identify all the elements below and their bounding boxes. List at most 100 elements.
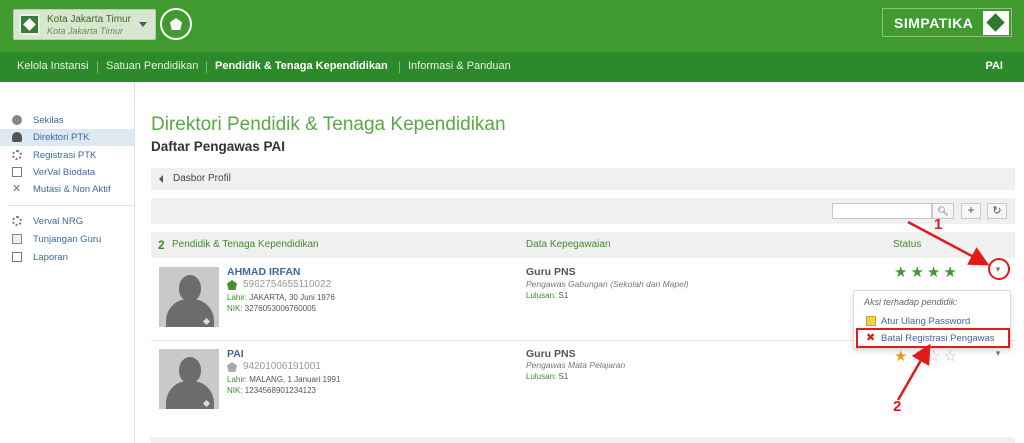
nik-info: NIK: 1234568901234123 [227,386,316,395]
star-empty-icon: ☆ [926,348,944,365]
nav-divider [97,61,98,73]
star-filled-icon: ★ [894,264,911,281]
checkbox-icon [12,167,22,177]
app-name: SIMPATIKA [894,15,974,31]
note-icon [866,316,876,326]
institution-selector[interactable]: Kota Jakarta Timur Kota Jakarta Timur [13,9,156,40]
star-filled-icon: ★ [894,348,911,365]
table-row: PAI 94201006191001 Lahir: MALANG, 1 Janu… [151,341,1015,423]
nik-info: NIK: 3276053006760005 [227,304,316,313]
gear-icon [12,150,22,160]
sidebar: Sekilas Direktori PTK Registrasi PTK Ver… [0,82,135,443]
chevron-down-icon: ▾ [995,348,1001,358]
image-icon [12,234,22,244]
institution-logo-icon [19,14,40,35]
document-icon [12,252,22,262]
search-input[interactable] [832,203,932,219]
page-subtitle: Daftar Pengawas PAI [151,139,286,154]
gear-icon [12,216,22,226]
employment-position: Guru PNS [526,348,576,360]
sidebar-item-mutasi[interactable]: ✕ Mutasi & Non Aktif [0,181,134,198]
annotation-step-2: 2 [893,398,902,415]
app-logo-icon [983,11,1009,35]
nav-item-satuan-pendidikan[interactable]: Satuan Pendidikan [106,60,198,72]
table-header: 2 Pendidik & Tenaga Kependidikan Data Ke… [151,232,1015,258]
sidebar-divider [8,205,134,206]
sidebar-item-label: Verval NRG [33,216,84,227]
sidebar-item-label: VerVal Biodata [33,167,96,178]
emblem-icon [227,362,237,372]
annotation-circle [988,258,1010,280]
menu-item-label: Atur Ulang Password [881,316,971,327]
table-footer [151,437,1015,443]
sidebar-item-verval-biodata[interactable]: VerVal Biodata [0,164,134,181]
sidebar-item-sekilas[interactable]: Sekilas [0,112,134,129]
result-count: 2 [158,238,165,252]
breadcrumb-link[interactable]: Dasbor Profil [173,173,231,184]
verified-emblem-icon [227,280,237,290]
person-id: 5962754655110022 [243,279,332,290]
person-id: 94201006191001 [243,361,321,372]
sidebar-item-registrasi-ptk[interactable]: Registrasi PTK [0,147,134,164]
star-filled-icon: ★ [943,264,960,281]
birth-info: Lahir: JAKARTA, 30 Juni 1976 [227,293,335,302]
user-role-label[interactable]: PAI [985,60,1003,72]
sidebar-item-label: Registrasi PTK [33,150,97,161]
birth-info: Lahir: MALANG, 1 Januari 1991 [227,375,341,384]
avatar [159,349,219,409]
column-header-ptk: Pendidik & Tenaga Kependidikan [172,239,319,250]
nav-divider [399,61,400,73]
caret-left-icon [159,175,163,183]
person-name-link[interactable]: AHMAD IRFAN [227,266,301,278]
nav-divider [206,61,207,73]
column-header-status: Status [893,239,922,250]
chevron-down-icon [139,22,147,27]
institution-name: Kota Jakarta Timur [47,14,131,25]
sidebar-item-direktori-ptk[interactable]: Direktori PTK [0,129,134,146]
education-info: Lulusan: S1 [526,372,569,381]
sidebar-item-label: Sekilas [33,115,64,126]
person-name-link[interactable]: PAI [227,348,244,360]
employment-role: Pengawas Mata Pelajaran [526,360,626,370]
top-bar: Kota Jakarta Timur Kota Jakarta Timur SI… [0,0,1024,52]
sidebar-item-verval-nrg[interactable]: Verval NRG [0,213,134,230]
star-filled-icon: ★ [926,264,944,281]
annotation-step-1: 1 [934,216,943,233]
employment-position: Guru PNS [526,266,576,278]
sidebar-item-label: Laporan [33,252,68,263]
sidebar-item-label: Mutasi & Non Aktif [33,184,111,195]
status-stars: ★★★★ [894,263,960,281]
home-button[interactable] [160,8,192,40]
refresh-icon: ↻ [992,205,1002,217]
toolbar: 🔍︎ + ↻ [151,198,1015,224]
institution-subtitle: Kota Jakarta Timur [47,26,123,36]
nav-item-kelola-instansi[interactable]: Kelola Instansi [17,60,89,72]
education-info: Lulusan: S1 [526,291,569,300]
star-filled-icon: ★ [910,264,927,281]
avatar [159,267,219,327]
sidebar-item-laporan[interactable]: Laporan [0,249,134,266]
menu-item-reset-password[interactable]: Atur Ulang Password [854,314,1010,329]
search-icon: 🔍︎ [937,206,949,216]
app-brand[interactable]: SIMPATIKA [882,8,1012,37]
cross-icon: ✕ [12,183,22,195]
sidebar-item-label: Tunjangan Guru [33,234,102,245]
emblem-icon [170,18,182,30]
refresh-button[interactable]: ↻ [987,203,1007,219]
add-button[interactable]: + [961,203,981,219]
menu-heading: Aksi terhadap pendidik: [864,297,958,307]
star-empty-icon: ☆ [910,348,927,365]
star-empty-icon: ☆ [943,348,960,365]
plus-icon: + [967,203,975,217]
main-nav: Kelola Instansi Satuan Pendidikan Pendid… [0,52,1024,82]
breadcrumb[interactable]: Dasbor Profil [151,168,1015,190]
column-header-kepegawaian: Data Kepegawaian [526,239,611,250]
page-title: Direktori Pendidik & Tenaga Kependidikan [151,114,506,135]
status-stars: ★☆☆☆ [894,347,960,365]
nav-item-informasi[interactable]: Informasi & Panduan [408,60,511,72]
sidebar-item-label: Direktori PTK [33,132,90,143]
nav-item-pendidik[interactable]: Pendidik & Tenaga Kependidikan [215,60,388,72]
info-icon [12,115,22,125]
sidebar-item-tunjangan-guru[interactable]: Tunjangan Guru [0,231,134,248]
employment-role: Pengawas Gabungan (Sekolah dan Mapel) [526,279,689,289]
